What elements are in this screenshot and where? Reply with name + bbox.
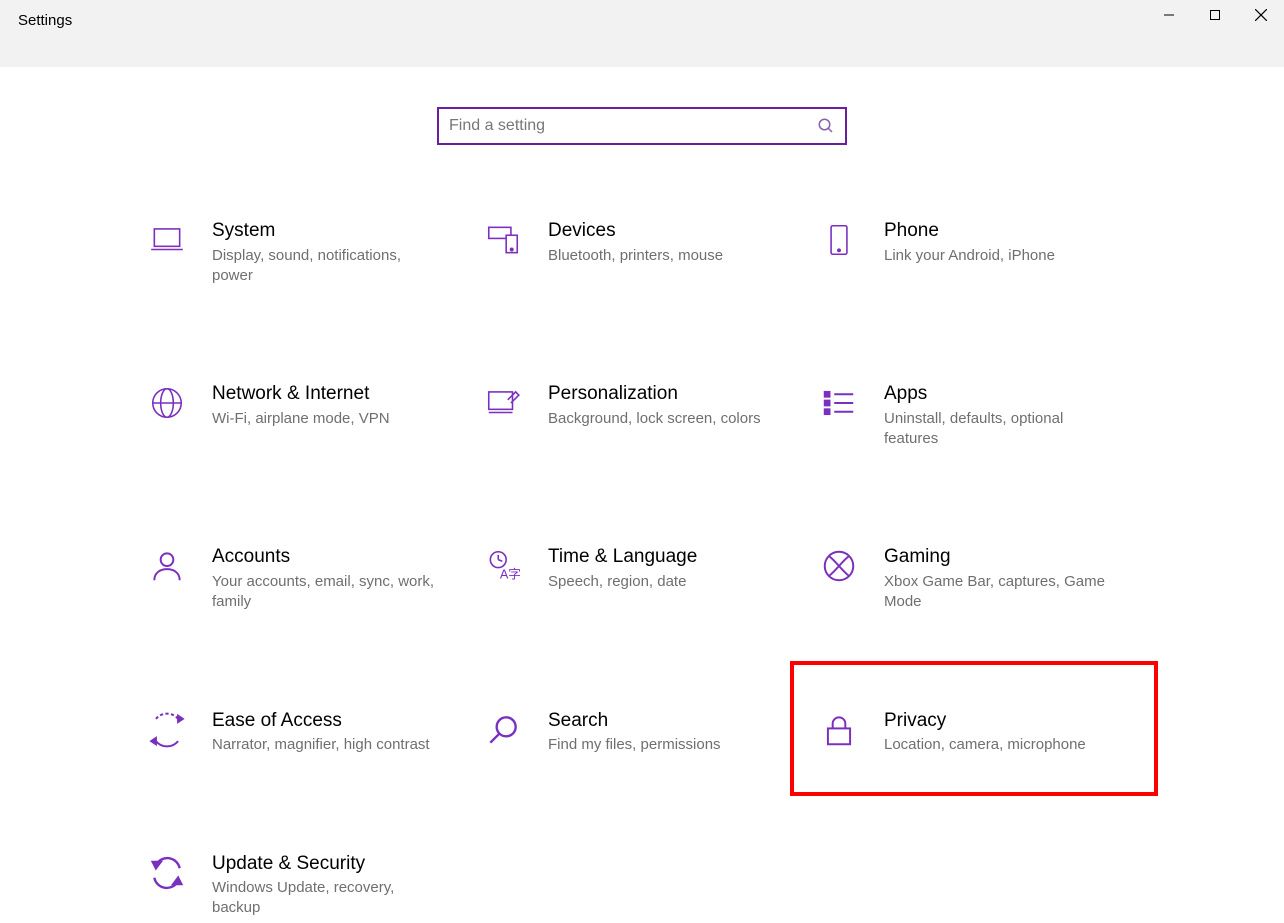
category-desc: Link your Android, iPhone (884, 246, 1055, 266)
minimize-button[interactable] (1146, 0, 1192, 30)
magnifier-icon (482, 709, 524, 751)
category-apps[interactable]: Apps Uninstall, defaults, optional featu… (818, 378, 1138, 453)
content-area: System Display, sound, notifications, po… (0, 67, 1284, 923)
category-desc: Windows Update, recovery, backup (212, 878, 442, 919)
category-title: System (212, 219, 442, 244)
category-time-language[interactable]: A字 Time & Language Speech, region, date (482, 541, 802, 616)
category-gaming[interactable]: Gaming Xbox Game Bar, captures, Game Mod… (818, 541, 1138, 616)
category-title: Privacy (884, 709, 1086, 734)
phone-icon (818, 219, 860, 261)
titlebar: Settings (0, 0, 1284, 67)
globe-icon (146, 382, 188, 424)
category-desc: Find my files, permissions (548, 735, 721, 755)
category-desc: Uninstall, defaults, optional features (884, 409, 1114, 450)
category-desc: Xbox Game Bar, captures, Game Mode (884, 572, 1114, 613)
category-system[interactable]: System Display, sound, notifications, po… (146, 215, 466, 290)
category-desc: Bluetooth, printers, mouse (548, 246, 723, 266)
category-desc: Location, camera, microphone (884, 735, 1086, 755)
category-phone[interactable]: Phone Link your Android, iPhone (818, 215, 1138, 290)
category-personalization[interactable]: Personalization Background, lock screen,… (482, 378, 802, 453)
search-input[interactable] (449, 117, 817, 135)
category-title: Phone (884, 219, 1055, 244)
category-title: Devices (548, 219, 723, 244)
devices-icon (482, 219, 524, 261)
category-desc: Speech, region, date (548, 572, 697, 592)
category-desc: Your accounts, email, sync, work, family (212, 572, 442, 613)
category-desc: Display, sound, notifications, power (212, 246, 442, 287)
search-container (0, 107, 1284, 145)
category-update-security[interactable]: Update & Security Windows Update, recove… (146, 848, 466, 923)
category-desc: Wi-Fi, airplane mode, VPN (212, 409, 390, 429)
category-title: Network & Internet (212, 382, 390, 407)
category-title: Update & Security (212, 852, 442, 877)
xbox-icon (818, 545, 860, 587)
category-title: Time & Language (548, 545, 697, 570)
category-title: Apps (884, 382, 1114, 407)
category-network[interactable]: Network & Internet Wi-Fi, airplane mode,… (146, 378, 466, 453)
category-desc: Narrator, magnifier, high contrast (212, 735, 430, 755)
laptop-icon (146, 219, 188, 261)
category-search[interactable]: Search Find my files, permissions (482, 705, 802, 760)
category-title: Ease of Access (212, 709, 430, 734)
window-title: Settings (0, 0, 90, 41)
search-box[interactable] (437, 107, 847, 145)
category-devices[interactable]: Devices Bluetooth, printers, mouse (482, 215, 802, 290)
window-controls (1146, 0, 1284, 30)
ease-of-access-icon (146, 709, 188, 751)
svg-text:A字: A字 (500, 568, 521, 582)
search-icon (817, 117, 835, 135)
person-icon (146, 545, 188, 587)
sync-icon (146, 852, 188, 894)
close-button[interactable] (1238, 0, 1284, 30)
category-title: Search (548, 709, 721, 734)
time-language-icon: A字 (482, 545, 524, 587)
category-ease-of-access[interactable]: Ease of Access Narrator, magnifier, high… (146, 705, 466, 760)
lock-icon (818, 709, 860, 751)
apps-list-icon (818, 382, 860, 424)
settings-grid: System Display, sound, notifications, po… (0, 215, 1284, 923)
category-title: Personalization (548, 382, 761, 407)
paintbrush-icon (482, 382, 524, 424)
maximize-button[interactable] (1192, 0, 1238, 30)
category-privacy[interactable]: Privacy Location, camera, microphone (818, 705, 1138, 760)
category-desc: Background, lock screen, colors (548, 409, 761, 429)
category-accounts[interactable]: Accounts Your accounts, email, sync, wor… (146, 541, 466, 616)
category-title: Gaming (884, 545, 1114, 570)
category-title: Accounts (212, 545, 442, 570)
